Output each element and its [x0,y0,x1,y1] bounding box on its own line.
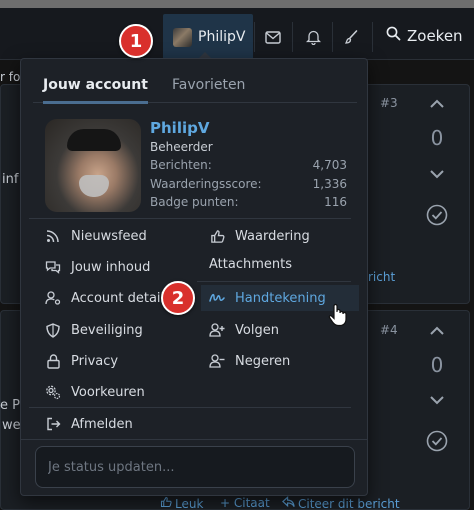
stat-label: Badge punten: [150,195,239,209]
search-label: Zoeken [407,26,463,45]
hand-cursor-icon [328,303,348,327]
menu-divider [29,218,351,219]
avatar-hat-shape [67,129,121,151]
post-text-fragment: inf [2,172,19,187]
nav-separator [292,22,293,52]
search-icon [386,26,401,45]
envelope-icon[interactable] [262,26,284,48]
header-text-fragment: r fo [0,70,21,84]
menu-divider [29,407,351,408]
profile-avatar[interactable] [45,119,141,212]
user-minus-icon [209,353,225,369]
menu-item-beveiliging[interactable]: Beveiliging [45,317,195,343]
stat-label: Berichten: [150,158,212,172]
menu-item-jouw-inhoud[interactable]: Jouw inhoud [45,254,195,280]
downvote-chevron-icon[interactable] [417,166,457,182]
step-badge-1: 1 [119,24,153,58]
vote-count: 0 [430,353,444,377]
menu-item-label: Waardering [235,228,310,244]
stat-value: 116 [324,195,347,209]
menu-item-nieuwsfeed[interactable]: Nieuwsfeed [45,223,195,249]
tab-jouw-account[interactable]: Jouw account [43,77,148,104]
vote-count: 0 [430,126,444,150]
nav-separator [332,22,333,52]
like-action[interactable]: Leuk [160,496,203,510]
stat-label: Waarderingsscore: [150,177,262,191]
menu-item-voorkeuren[interactable]: Voorkeuren [45,379,195,405]
signature-icon [209,290,225,306]
reply-quote-action[interactable]: Citeer dit bericht [282,496,400,510]
menu-item-waardering[interactable]: Waardering [209,223,359,249]
sign-out-icon [45,416,61,432]
nav-separator [254,22,255,52]
menu-item-label: Account details [71,290,171,306]
quote-action[interactable]: + Citaat [220,496,270,510]
stat-value: 4,703 [312,158,347,172]
menu-item-label: Privacy [71,353,119,369]
post-link-fragment[interactable]: richt [368,270,395,284]
menu-item-label: Jouw inhoud [71,259,151,275]
upvote-chevron-icon[interactable] [417,322,457,338]
lock-icon [45,353,61,369]
window-top-strip [0,0,474,8]
bell-icon[interactable] [302,26,324,48]
menu-item-label: Voorkeuren [71,384,145,400]
rss-icon [45,228,61,244]
shield-icon [45,322,61,338]
search-button[interactable]: Zoeken [386,26,463,45]
brush-icon[interactable] [340,26,362,48]
like-label: Leuk [175,496,204,510]
menu-item-label: Beveiliging [71,322,143,338]
thumbs-up-icon [160,496,172,510]
menu-tabs: Jouw account Favorieten [33,77,357,104]
downvote-chevron-icon[interactable] [417,392,457,408]
post-text-fragment: e P [0,398,20,413]
solution-check-icon[interactable] [417,428,457,454]
tab-favorieten[interactable]: Favorieten [172,77,245,103]
nav-avatar [173,27,192,47]
menu-item-afmelden[interactable]: Afmelden [45,411,195,437]
user-cog-icon [45,290,61,306]
post-number: #4 [380,323,398,337]
menu-item-label: Nieuwsfeed [71,228,147,244]
attachments-heading[interactable]: Attachments [209,257,292,272]
nav-separator [372,22,373,52]
menu-item-label: Handtekening [235,290,326,306]
post-number: #3 [380,96,398,110]
menu-divider [21,439,367,440]
upvote-chevron-icon[interactable] [417,95,457,111]
reply-quote-label: Citeer dit bericht [298,496,400,510]
avatar-beard-shape [79,175,109,197]
solution-check-icon[interactable] [417,202,457,228]
step-badge-2: 2 [161,281,195,315]
menu-item-negeren[interactable]: Negeren [209,348,359,374]
profile-role: Beheerder [150,140,213,154]
quote-label: + Citaat [220,496,270,510]
menu-item-label: Negeren [235,353,291,369]
menu-item-label: Volgen [235,322,279,338]
status-update-input[interactable] [35,446,355,488]
nav-username: PhilipV [198,29,246,45]
post-text-fragment: we [2,418,21,433]
account-menu: Jouw account Favorieten PhilipV Beheerde… [20,58,368,496]
comments-icon [45,259,61,275]
cogs-icon [45,384,61,400]
menu-item-privacy[interactable]: Privacy [45,348,195,374]
profile-name[interactable]: PhilipV [150,119,209,137]
user-plus-icon [209,322,225,338]
stat-value: 1,336 [312,177,347,191]
thumbs-up-icon [209,228,225,244]
reply-icon [282,496,295,510]
menu-item-label: Afmelden [71,416,133,432]
menu-divider [197,281,351,282]
